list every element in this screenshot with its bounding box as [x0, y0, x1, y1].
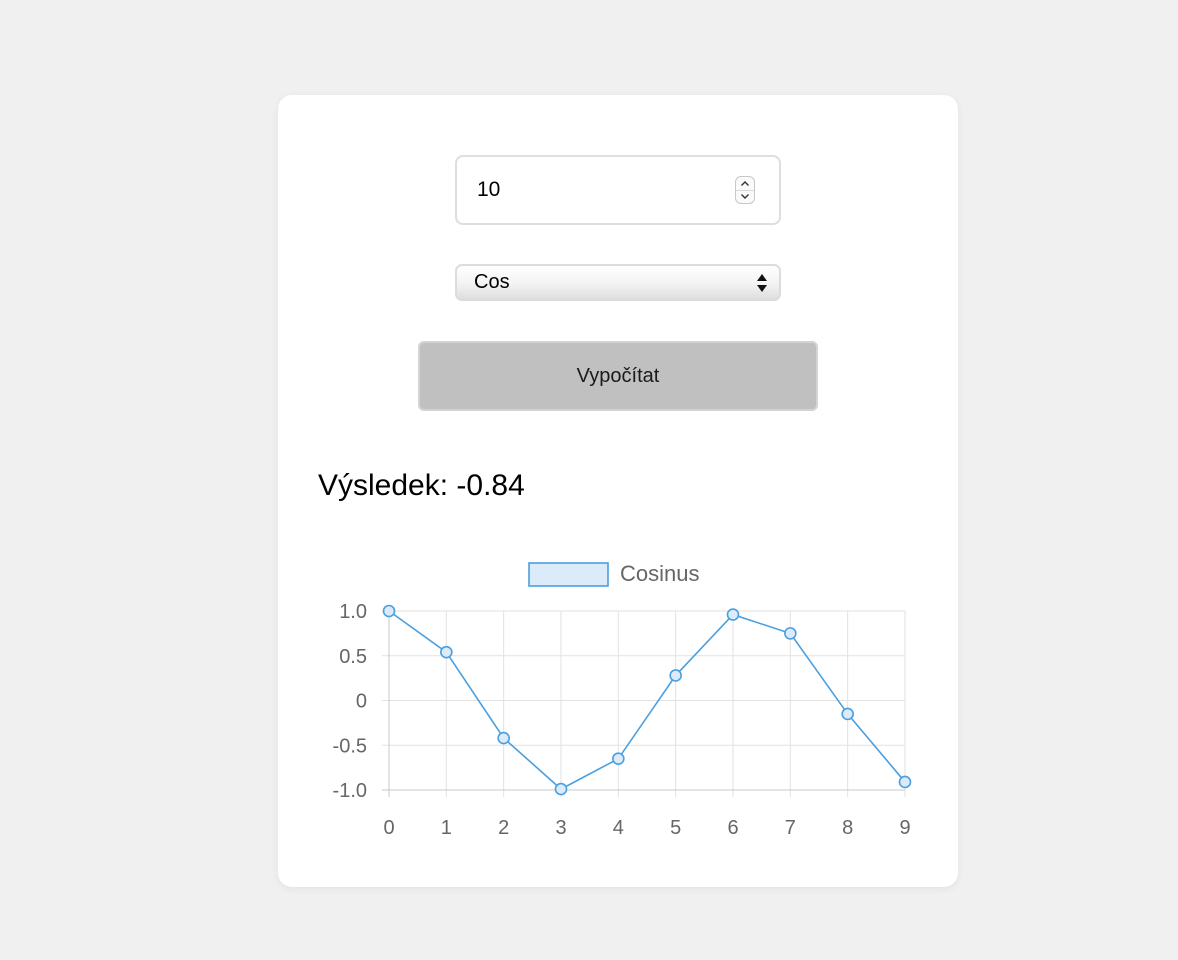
calculate-button[interactable]: Vypočítat [418, 341, 818, 411]
chevron-down-icon [741, 194, 749, 199]
select-arrows-icon [757, 274, 767, 292]
data-point [382, 604, 396, 618]
x-tick-label: 2 [498, 817, 509, 839]
chart-grid [382, 610, 906, 797]
x-tick-label: 4 [613, 817, 624, 839]
x-tick-label: 8 [842, 817, 853, 839]
number-input-value: 10 [477, 178, 501, 201]
stepper-up-button[interactable] [736, 177, 754, 191]
number-input[interactable]: 10 [455, 155, 781, 225]
x-tick-label: 7 [785, 817, 796, 839]
number-stepper[interactable] [735, 176, 755, 204]
x-tick-label: 6 [727, 817, 738, 839]
data-point [497, 731, 510, 745]
x-tick-label: 1 [441, 817, 452, 839]
x-tick-label: 9 [899, 817, 910, 839]
data-point [669, 669, 682, 682]
x-tick-label: 0 [383, 817, 394, 839]
function-select-value: Cos [474, 271, 510, 293]
data-point [440, 645, 453, 659]
data-point [554, 782, 568, 796]
y-tick-label: 1.0 [339, 601, 367, 623]
chart-ticks: 1.0 0.5 0 -0.5 -1.0 0 1 2 3 4 5 6 7 8 9 [333, 601, 911, 839]
y-tick-label: -0.5 [333, 735, 367, 757]
x-tick-label: 3 [555, 817, 566, 839]
data-point [726, 608, 740, 621]
result-text: Výsledek: -0.84 [318, 469, 525, 502]
chart-legend: Cosinus [528, 561, 699, 587]
legend-label: Cosinus [620, 561, 699, 586]
y-tick-label: 0 [356, 691, 367, 713]
legend-swatch [528, 562, 609, 587]
data-point [784, 627, 797, 640]
chevron-up-icon [741, 181, 749, 186]
y-tick-label: -1.0 [333, 780, 367, 802]
data-point [612, 752, 625, 765]
stepper-down-button[interactable] [736, 190, 754, 203]
calculator-card: 10 Cos Vypočítat Výsledek: -0.84 1.0 0.5 0… [278, 95, 958, 887]
y-tick-label: 0.5 [339, 646, 367, 668]
data-point [841, 707, 854, 721]
x-tick-label: 5 [670, 817, 681, 839]
cosinus-line-chart: 1.0 0.5 0 -0.5 -1.0 0 1 2 3 4 5 6 7 8 9 Cosinus [333, 561, 912, 839]
data-point [898, 775, 912, 789]
function-select[interactable]: Cos [455, 264, 781, 301]
